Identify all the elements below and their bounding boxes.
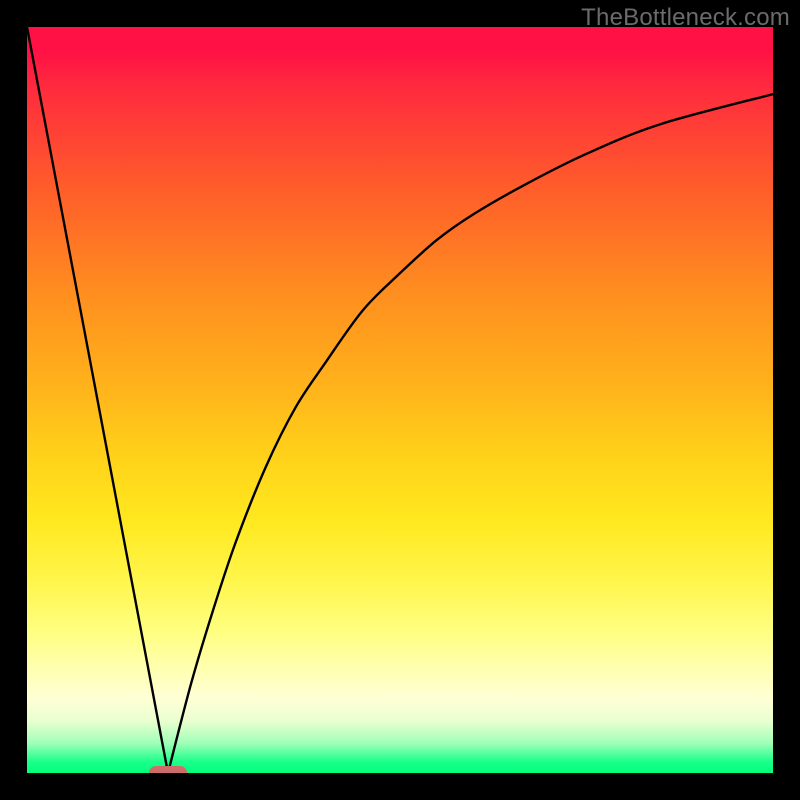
plot-area bbox=[27, 27, 773, 773]
chart-frame: TheBottleneck.com bbox=[0, 0, 800, 800]
curve-layer bbox=[27, 27, 773, 773]
minimum-marker bbox=[149, 766, 187, 773]
left-line-path bbox=[27, 27, 168, 773]
right-curve-path bbox=[168, 94, 773, 773]
watermark-text: TheBottleneck.com bbox=[581, 4, 790, 32]
